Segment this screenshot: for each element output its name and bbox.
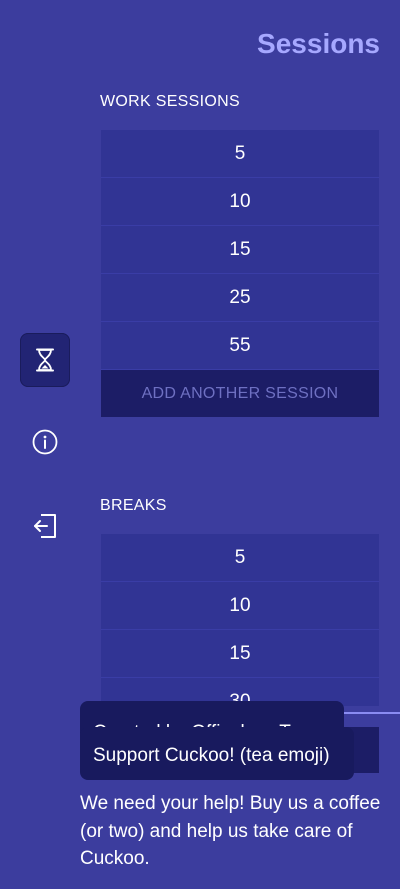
break-item[interactable]: 15 [101,630,379,678]
breaks-label: BREAKS [100,497,167,514]
work-session-item[interactable]: 10 [101,178,379,226]
breaks-list-viewport: 5 10 15 30 [101,534,379,706]
add-session-input[interactable] [101,370,379,417]
info-icon [32,429,58,455]
work-session-item[interactable]: 25 [101,274,379,322]
help-text: We need your help! Buy us a coffee (or t… [80,793,381,869]
work-sessions-list: 5 10 15 25 55 [101,130,379,370]
break-item[interactable]: 10 [101,582,379,630]
about-nav-button[interactable] [20,415,70,469]
work-session-item[interactable]: 55 [101,322,379,370]
logout-nav-button[interactable] [20,499,70,553]
exit-icon [32,513,58,539]
tooltip-connector [344,712,400,714]
breaks-list: 5 10 15 30 [101,534,379,706]
sessions-nav-button[interactable] [20,333,70,387]
page-title: Sessions [257,28,380,59]
hourglass-icon [34,348,56,372]
work-session-item[interactable]: 5 [101,130,379,178]
break-item[interactable]: 5 [101,534,379,582]
work-session-item[interactable]: 15 [101,226,379,274]
support-button[interactable]: Support Cuckoo! (tea emoji) [80,727,354,780]
work-sessions-label: WORK SESSIONS [100,93,240,110]
